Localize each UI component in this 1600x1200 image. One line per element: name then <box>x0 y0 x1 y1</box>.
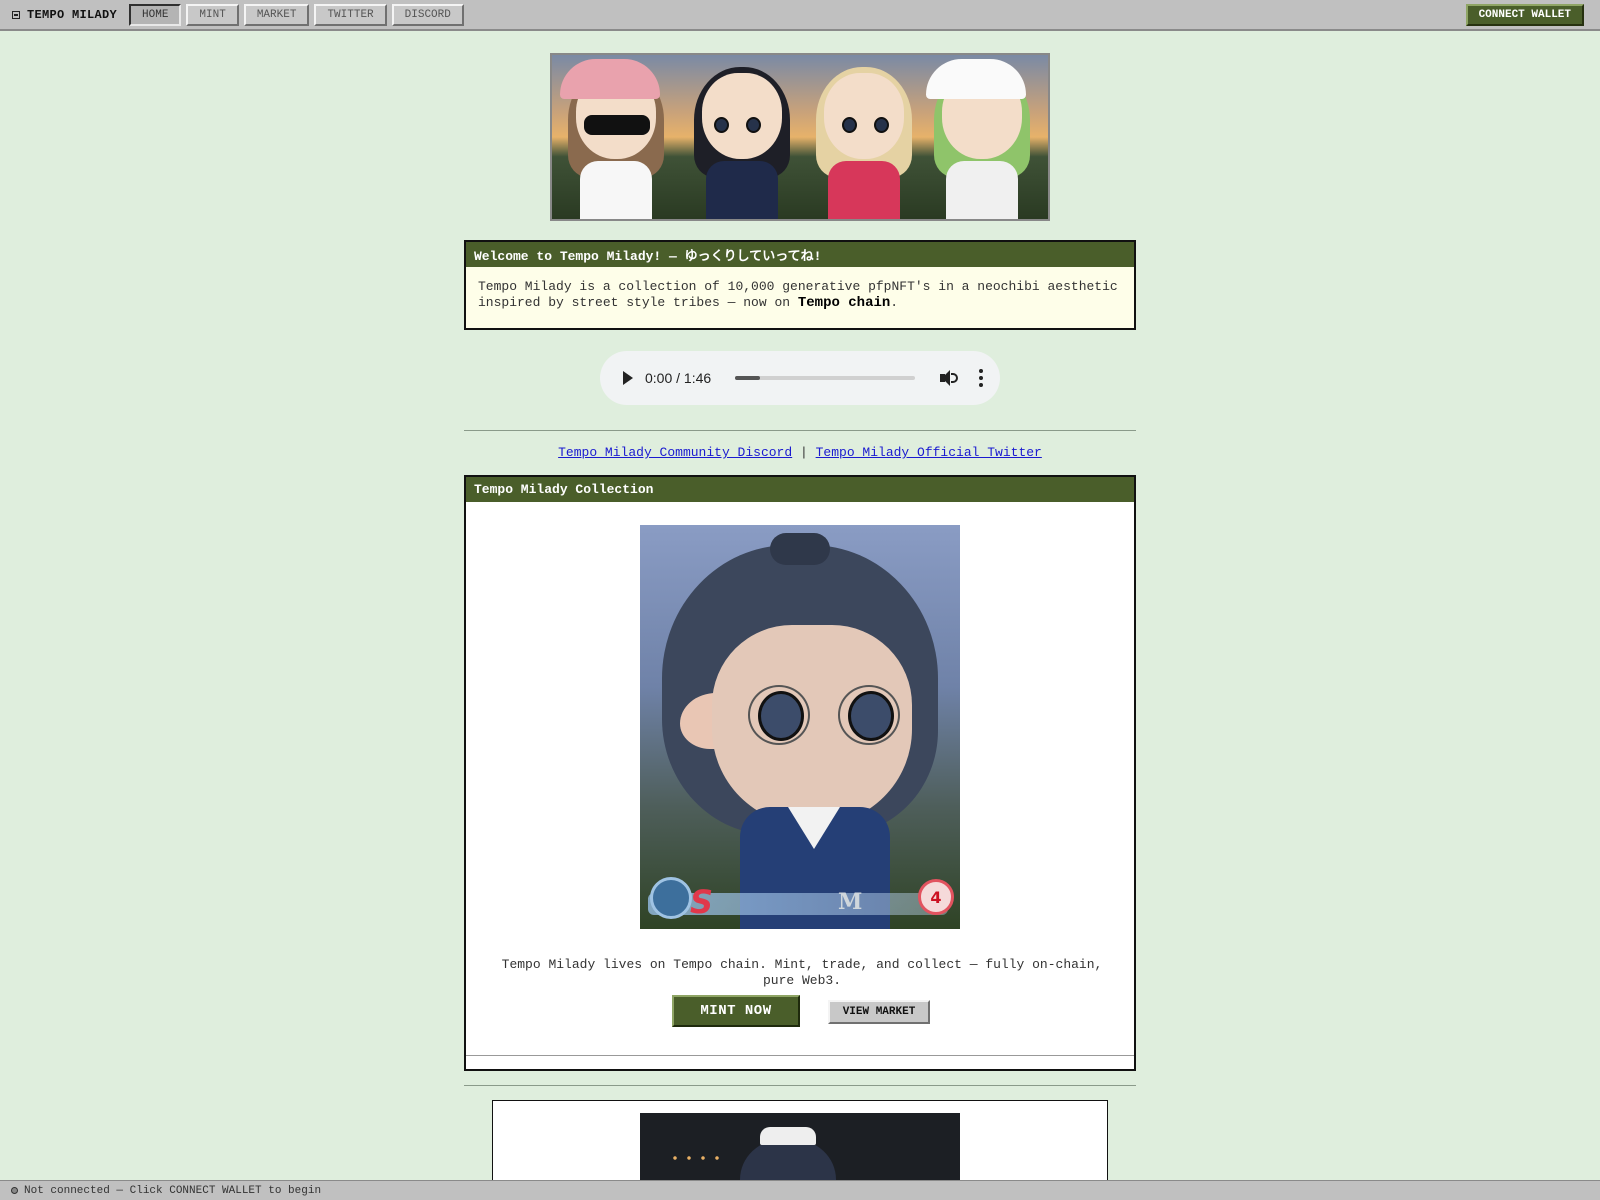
chain-name: Tempo chain <box>797 295 891 311</box>
nav-discord-button[interactable]: DISCORD <box>391 3 464 26</box>
collection-panel: Tempo Milady Collection S M 4 Tempo Mila… <box>464 475 1136 1071</box>
banner-character-2 <box>686 55 798 219</box>
audio-progress <box>735 376 761 380</box>
divider <box>464 430 1136 431</box>
social-links: Tempo Milady Community Discord | Tempo M… <box>464 445 1136 460</box>
hud-badge-m: M <box>838 889 863 915</box>
more-vert-icon[interactable] <box>979 369 983 387</box>
welcome-text: Tempo Milady is a collection of 10,000 g… <box>478 279 1118 311</box>
divider <box>464 1085 1136 1086</box>
status-text: Not connected — Click CONNECT WALLET to … <box>24 1184 322 1197</box>
featured-nft-image: S M 4 <box>640 525 960 929</box>
view-market-button[interactable]: VIEW MARKET <box>828 1000 930 1024</box>
volume-icon[interactable] <box>939 369 959 387</box>
window-icon <box>12 10 20 19</box>
banner-character-4 <box>926 55 1038 219</box>
audio-seek-bar[interactable] <box>735 376 915 380</box>
brand-label: TEMPO MILADY <box>27 7 118 22</box>
twitter-link[interactable]: Tempo Milady Official Twitter <box>816 445 1042 460</box>
status-bar: Not connected — Click CONNECT WALLET to … <box>0 1180 1600 1200</box>
welcome-panel: Welcome to Tempo Milady! — ゆっくりしていってね! T… <box>464 240 1136 330</box>
banner-image <box>550 53 1050 221</box>
top-bar: TEMPO MILADY HOME MINT MARKET TWITTER DI… <box>0 0 1600 31</box>
banner-character-1 <box>560 55 672 219</box>
hud-badge-s: S <box>690 883 714 921</box>
nav-market-button[interactable]: MARKET <box>243 3 310 26</box>
collection-divider <box>466 1055 1134 1056</box>
nav-mint-button[interactable]: MINT <box>186 3 239 26</box>
status-dot-icon <box>11 1187 18 1194</box>
connect-wallet-button[interactable]: CONNECT WALLET <box>1465 4 1584 26</box>
shield-badge-icon <box>650 877 692 919</box>
mint-now-button[interactable]: MINT NOW <box>672 995 800 1027</box>
welcome-title: Welcome to Tempo Milady! — ゆっくりしていってね! <box>466 242 1134 267</box>
banner-character-3 <box>808 55 920 219</box>
link-separator: | <box>799 445 808 460</box>
nav-twitter-button[interactable]: TWITTER <box>314 3 387 26</box>
hud-badge-count: 4 <box>918 879 954 915</box>
audio-time: 0:00 / 1:46 <box>645 370 712 386</box>
nav-home-button[interactable]: HOME <box>129 3 182 26</box>
discord-link[interactable]: Tempo Milady Community Discord <box>558 445 792 460</box>
play-icon[interactable] <box>623 371 633 385</box>
audio-player: 0:00 / 1:46 <box>600 351 1000 405</box>
collection-title: Tempo Milady Collection <box>466 477 1134 502</box>
collection-description: Tempo Milady lives on Tempo chain. Mint,… <box>501 957 1103 988</box>
brand[interactable]: TEMPO MILADY <box>12 8 117 22</box>
